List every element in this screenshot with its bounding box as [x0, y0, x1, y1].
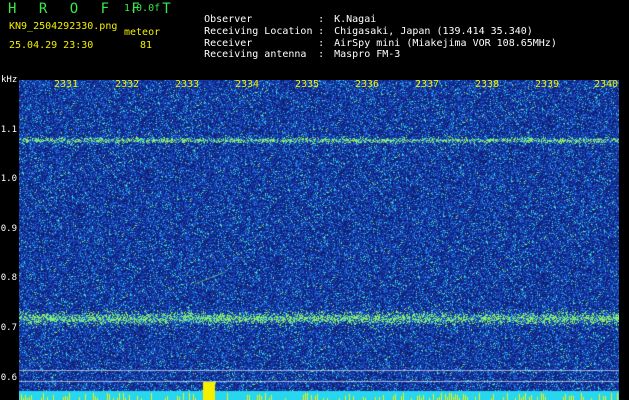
x-tick-label: 2331	[54, 79, 79, 90]
y-tick-label: 0.8	[0, 273, 17, 283]
datetime-label: 25.04.29 23:30	[9, 40, 94, 51]
x-tick-label: 2333	[175, 79, 200, 90]
meta-separator: :	[318, 49, 325, 60]
y-tick-label: 0.6	[0, 373, 17, 383]
version-label: 1.0.0f	[124, 3, 161, 14]
x-tick-label: 2338	[475, 79, 500, 90]
y-axis-unit: kHz	[1, 75, 18, 85]
hrofft-window: H R O F F T 1.0.0f KN9_2504292330.png me…	[0, 0, 629, 400]
x-tick-label: 2334	[235, 79, 260, 90]
meteor-count: 81	[140, 40, 153, 51]
spectrogram-plot	[19, 80, 619, 400]
filename-label: KN9_2504292330.png	[9, 21, 118, 32]
spectrogram-image	[19, 80, 619, 400]
meta-row-antenna: Receiving antenna: Maspro FM-3	[180, 40, 400, 70]
meta-key: Receiving antenna	[204, 49, 307, 60]
y-tick-label: 1.0	[0, 174, 17, 184]
x-tick-label: 2340	[594, 79, 619, 90]
y-tick-label: 0.7	[0, 323, 17, 333]
x-tick-label: 2337	[415, 79, 440, 90]
x-tick-label: 2335	[295, 79, 320, 90]
x-tick-label: 2339	[535, 79, 560, 90]
y-tick-label: 0.9	[0, 224, 17, 234]
x-tick-label: 2336	[355, 79, 380, 90]
y-tick-label: 1.1	[0, 125, 17, 135]
meta-value: Maspro FM-3	[334, 49, 401, 60]
meteor-label: meteor	[124, 27, 161, 38]
x-tick-label: 2332	[115, 79, 140, 90]
